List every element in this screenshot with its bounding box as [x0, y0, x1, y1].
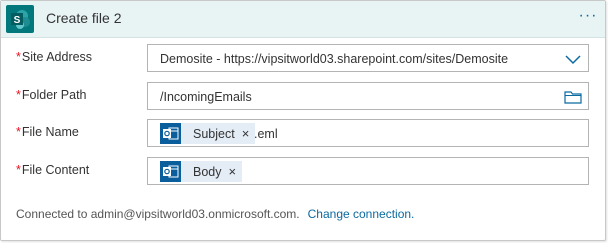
file-content-input[interactable]: Body × — [147, 157, 589, 185]
folder-path-input[interactable]: /IncomingEmails — [147, 82, 589, 110]
folder-path-value: /IncomingEmails — [160, 90, 252, 104]
body-token-label: Body — [193, 164, 222, 179]
file-name-row: *File Name Subject × .eml — [1, 119, 605, 149]
file-content-row: *File Content Body × — [1, 157, 605, 187]
outlook-icon — [160, 123, 181, 144]
folder-path-label-text: Folder Path — [21, 88, 87, 102]
required-marker: * — [16, 88, 21, 102]
remove-token-icon[interactable]: × — [229, 165, 237, 178]
file-name-label-text: File Name — [21, 125, 79, 139]
sharepoint-icon: S — [6, 5, 34, 33]
file-content-label: *File Content — [16, 163, 89, 177]
site-address-value: Demosite - https://vipsitworld03.sharepo… — [160, 52, 509, 66]
folder-path-row: *Folder Path /IncomingEmails — [1, 82, 605, 112]
connection-footer: Connected to admin@vipsitworld03.onmicro… — [16, 207, 414, 221]
file-name-input[interactable]: Subject × .eml — [147, 119, 589, 147]
site-address-label-text: Site Address — [21, 50, 93, 64]
card-header[interactable]: S Create file 2 ··· — [1, 1, 605, 38]
subject-token-label: Subject — [193, 126, 235, 141]
file-name-label: *File Name — [16, 125, 79, 139]
svg-text:S: S — [14, 15, 21, 26]
site-address-row: *Site Address Demosite - https://vipsitw… — [1, 44, 605, 74]
more-options-button[interactable]: ··· — [575, 5, 601, 31]
outlook-icon — [160, 161, 181, 182]
site-address-label: *Site Address — [16, 50, 92, 64]
file-content-label-text: File Content — [21, 163, 90, 177]
required-marker: * — [16, 125, 21, 139]
chevron-down-icon[interactable] — [565, 54, 581, 65]
required-marker: * — [16, 163, 21, 177]
folder-path-label: *Folder Path — [16, 88, 87, 102]
change-connection-link[interactable]: Change connection. — [308, 207, 415, 221]
folder-icon[interactable] — [564, 90, 582, 104]
card-title[interactable]: Create file 2 — [46, 10, 121, 26]
required-marker: * — [16, 50, 21, 64]
remove-token-icon[interactable]: × — [242, 127, 250, 140]
body-token[interactable]: Body × — [160, 161, 243, 182]
site-address-dropdown[interactable]: Demosite - https://vipsitworld03.sharepo… — [147, 44, 589, 72]
file-name-suffix: .eml — [254, 127, 278, 141]
action-card: S Create file 2 ··· *Site Address Demosi… — [0, 0, 606, 241]
connection-text: Connected to admin@vipsitworld03.onmicro… — [16, 207, 300, 221]
subject-token[interactable]: Subject × — [160, 123, 256, 144]
